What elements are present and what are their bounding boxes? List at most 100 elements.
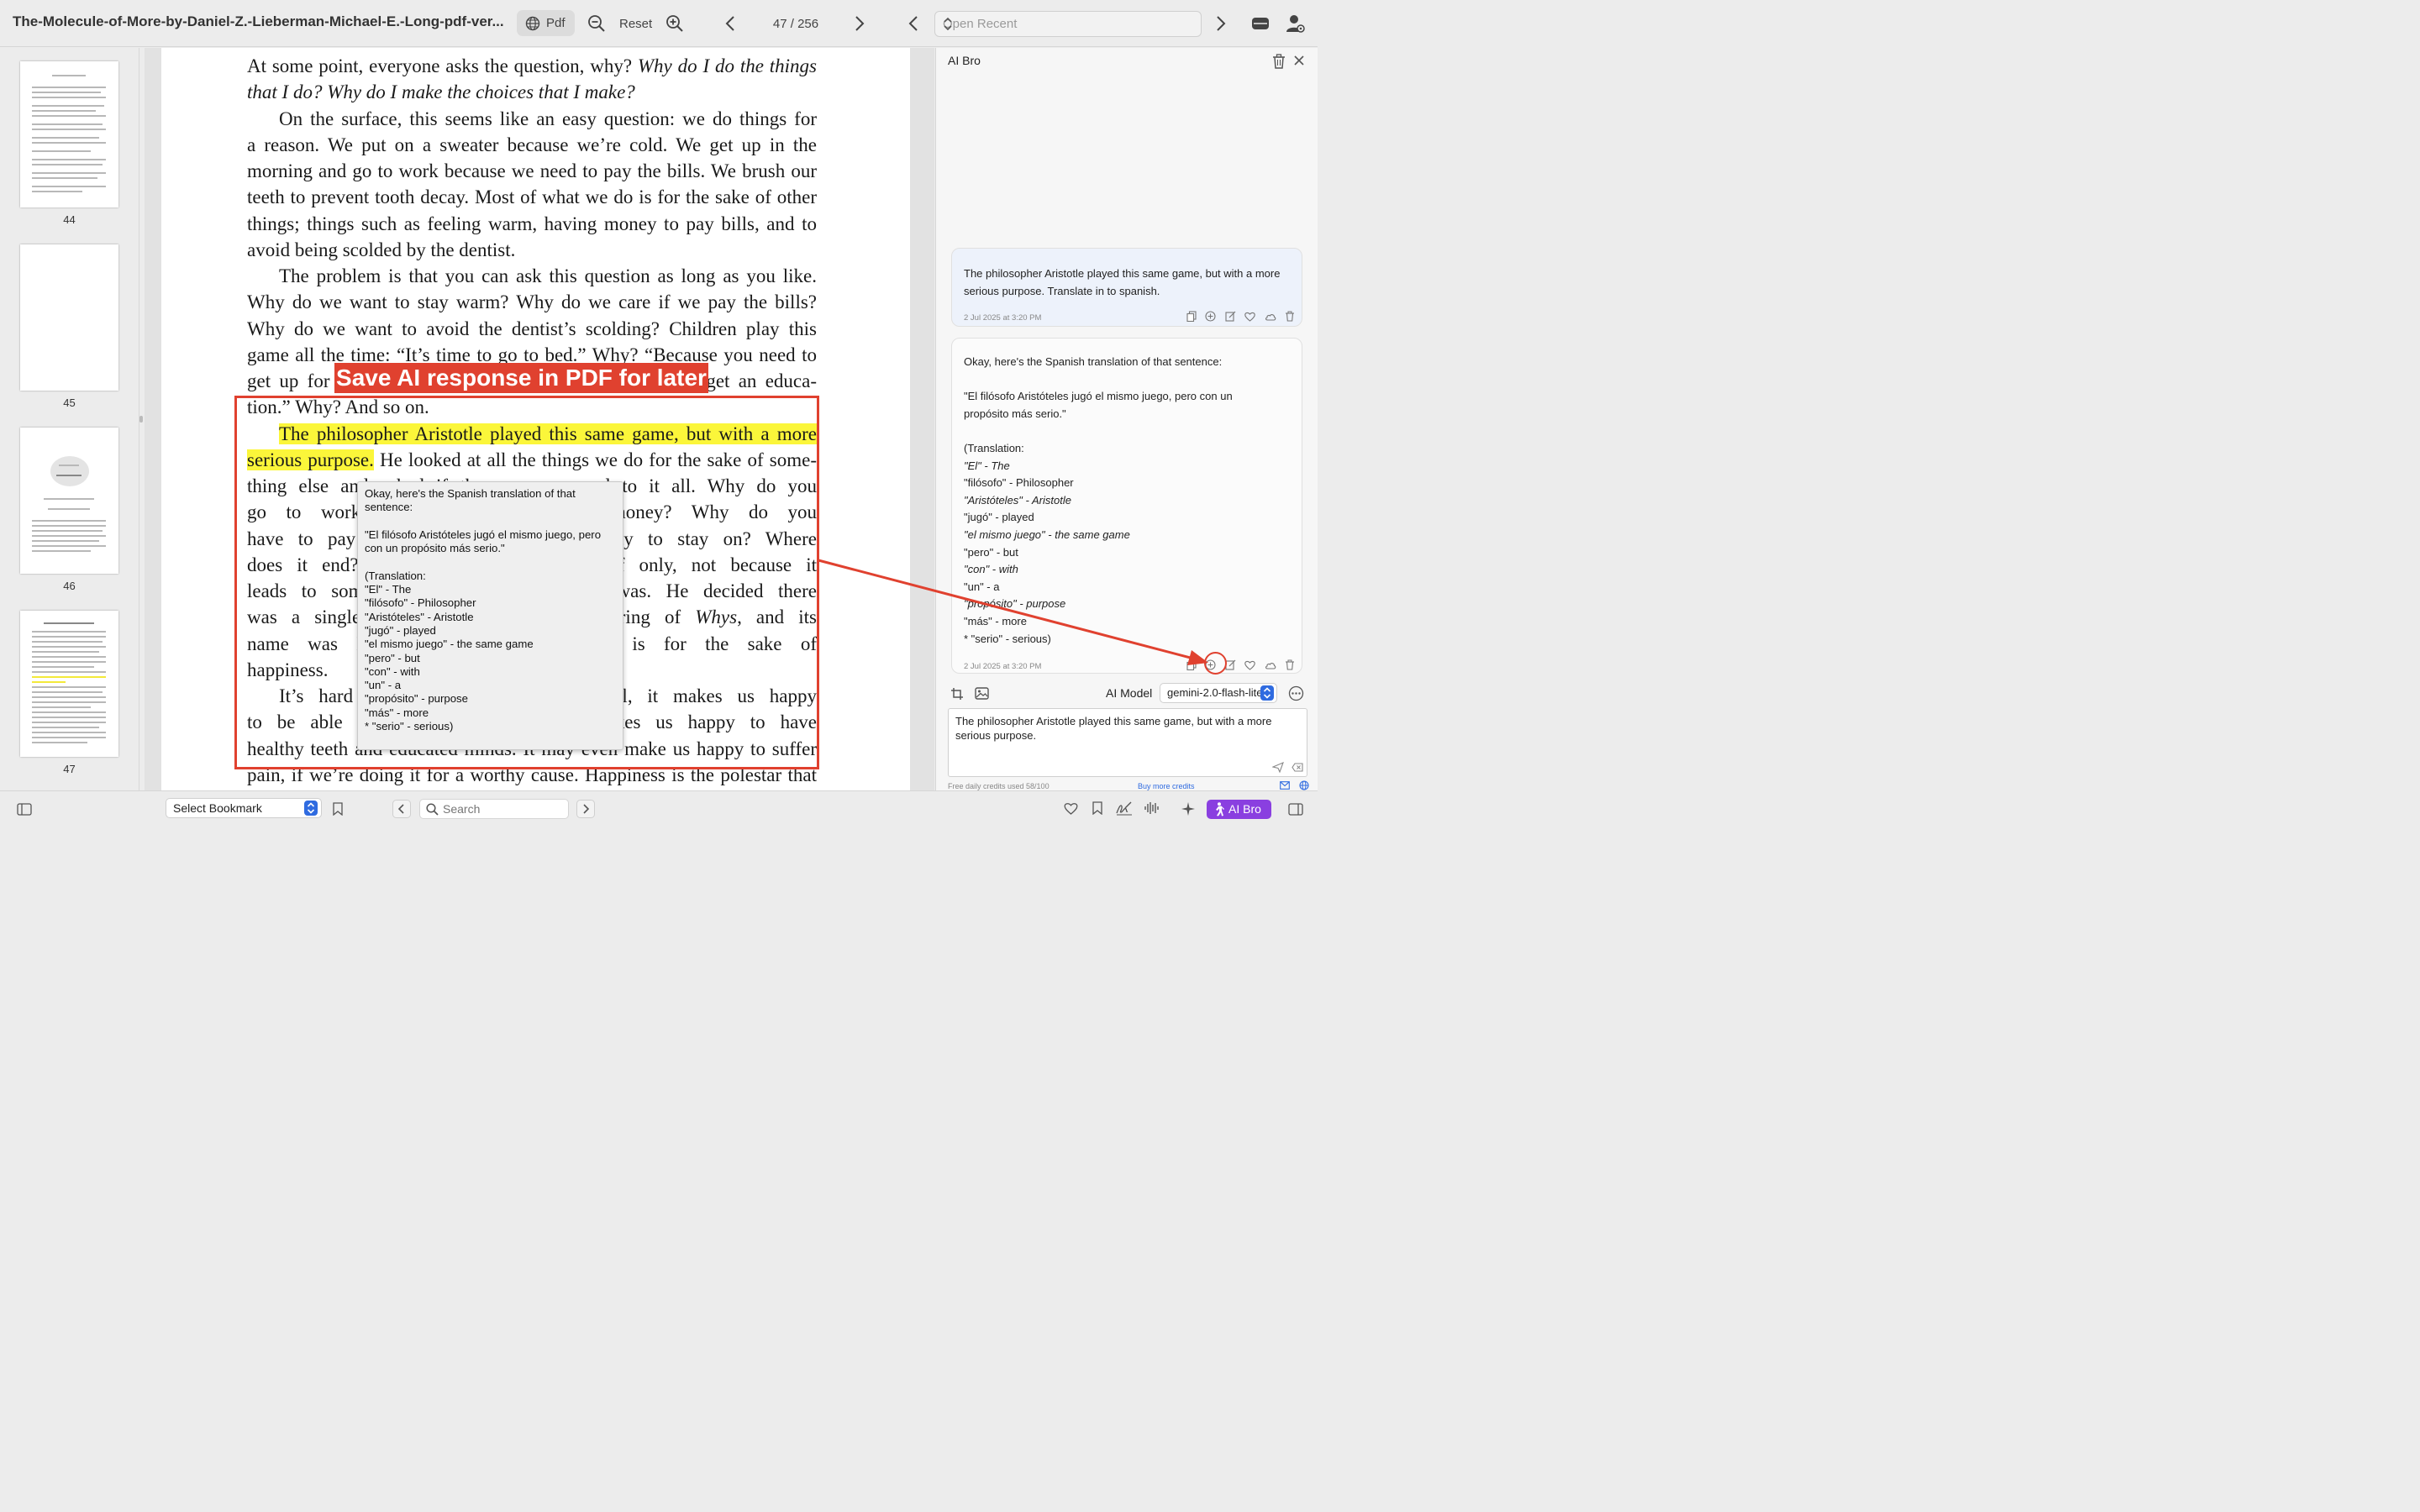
- heart-icon[interactable]: [1244, 312, 1255, 322]
- ai-response-line: [964, 423, 1233, 440]
- toggle-right-panel-icon[interactable]: [1288, 803, 1303, 816]
- pdf-mode-label: Pdf: [546, 16, 566, 30]
- popup-text-line: Okay, here's the Spanish translation of …: [365, 487, 576, 500]
- cloud-icon[interactable]: [1265, 661, 1276, 669]
- thumbnail-sidebar: 44 45 46 47: [0, 48, 139, 790]
- audio-waveform-icon[interactable]: [1144, 801, 1159, 815]
- text-span: avoid being scolded by the dentist.: [247, 239, 516, 260]
- updown-chevron-icon: [304, 801, 318, 816]
- search-input[interactable]: [443, 802, 560, 816]
- page-text-line: At some point, everyone asks the questio…: [247, 53, 817, 79]
- copy-icon[interactable]: [1186, 311, 1197, 323]
- popup-text-line: (Translation:: [365, 569, 426, 582]
- heart-icon[interactable]: [1244, 660, 1255, 670]
- buy-credits-link[interactable]: Buy more credits: [1138, 782, 1195, 790]
- delete-icon[interactable]: [1285, 311, 1295, 322]
- ai-response-line: propósito más serio.": [964, 407, 1066, 420]
- ai-response-line: "El" - The: [964, 459, 1010, 472]
- bookmark-icon[interactable]: [1092, 801, 1102, 815]
- sparkle-icon[interactable]: [1181, 801, 1196, 816]
- page-text-line: morning and go to work because we need t…: [247, 158, 817, 184]
- delete-icon[interactable]: [1285, 659, 1295, 670]
- heart-icon[interactable]: [1064, 802, 1078, 815]
- thumbnail-page-number: 46: [63, 580, 76, 592]
- text-span: Why do we want to stay warm? Why do we c…: [247, 291, 817, 313]
- text-span: Why do we want to avoid the dentist’s sc…: [247, 318, 817, 339]
- search-next-icon[interactable]: [576, 800, 595, 818]
- clear-input-icon[interactable]: [1292, 763, 1303, 772]
- annotation-banner: Save AI response in PDF for later: [334, 363, 708, 393]
- text-span: , and its: [737, 606, 817, 628]
- mail-icon[interactable]: [1280, 781, 1290, 790]
- popup-text-line: "más" - more: [365, 706, 429, 719]
- history-back-icon[interactable]: [908, 15, 919, 32]
- cloud-icon[interactable]: [1265, 312, 1276, 321]
- bookmark-icon[interactable]: [333, 802, 343, 816]
- page-counter: 47 / 256: [772, 17, 819, 31]
- popup-text-line: "con" - with: [365, 664, 420, 678]
- search-previous-icon[interactable]: [392, 800, 411, 818]
- bookmark-select-value: Select Bookmark: [173, 801, 262, 815]
- signature-icon[interactable]: [1116, 801, 1133, 816]
- page-text-line: Why do we want to avoid the dentist’s sc…: [247, 316, 817, 342]
- search-field[interactable]: [419, 799, 569, 819]
- ai-response-line: "jugó" - played: [964, 511, 1034, 524]
- next-page-icon[interactable]: [854, 15, 865, 32]
- popup-text-line: "filósofo" - Philosopher: [365, 596, 476, 610]
- page-text-line: On the surface, this seems like an easy …: [247, 106, 817, 132]
- text-span: The problem is that you can ask this que…: [279, 265, 817, 286]
- drive-icon[interactable]: [1250, 14, 1270, 33]
- zoom-in-icon[interactable]: [666, 14, 684, 33]
- thumbnail-page-45[interactable]: [20, 244, 118, 391]
- annotation-arrow: [818, 559, 1208, 665]
- reset-zoom-button[interactable]: Reset: [619, 17, 652, 31]
- text-span: that I do? Why do I make the choices tha…: [247, 81, 635, 103]
- image-icon[interactable]: [975, 687, 989, 700]
- page-text-line: that I do? Why do I make the choices tha…: [247, 79, 817, 105]
- account-settings-icon[interactable]: [1286, 13, 1306, 34]
- thumbnail-page-46[interactable]: [20, 428, 118, 574]
- popup-text-line: "un" - a: [365, 679, 402, 692]
- ai-response-line: "filósofo" - Philosopher: [964, 476, 1074, 490]
- sidebar-resize-handle[interactable]: [139, 416, 143, 423]
- thumbnail-page-number: 47: [63, 763, 76, 775]
- edit-icon[interactable]: [1225, 311, 1236, 322]
- ai-model-value: gemini-2.0-flash-lite: [1167, 686, 1263, 699]
- trash-icon[interactable]: [1272, 54, 1286, 69]
- chat-input[interactable]: The philosopher Aristotle played this sa…: [948, 708, 1307, 777]
- ai-response-popup[interactable]: Okay, here's the Spanish translation of …: [357, 481, 623, 750]
- page-text-line: The philosopher Aristotle played this sa…: [247, 421, 817, 447]
- highlighted-text: The philosopher Aristotle played this sa…: [279, 423, 817, 444]
- popup-text-line: "el mismo juego" - the same game: [365, 638, 534, 651]
- bookmark-select[interactable]: Select Bookmark: [166, 798, 322, 818]
- crop-icon[interactable]: [950, 687, 964, 701]
- ai-bro-button[interactable]: AI Bro: [1207, 800, 1271, 819]
- text-span: pain, if we’re doing it for a worthy cau…: [247, 764, 817, 785]
- updown-chevron-icon: [1260, 685, 1274, 701]
- thumbnail-page-47[interactable]: [20, 611, 118, 757]
- previous-page-icon[interactable]: [724, 15, 736, 32]
- zoom-out-icon[interactable]: [587, 14, 606, 33]
- person-walking-icon: [1213, 802, 1224, 816]
- thumbnail-page-44[interactable]: [20, 61, 118, 207]
- page-text-line: The problem is that you can ask this que…: [247, 263, 817, 289]
- add-to-pdf-icon[interactable]: [1205, 311, 1216, 322]
- toggle-sidebar-icon[interactable]: [17, 803, 32, 816]
- thumbnail-page-number: 44: [63, 213, 76, 226]
- bottom-bar: Select Bookmark AI Bro: [0, 790, 1318, 823]
- open-recent-select[interactable]: Open Recent: [934, 11, 1202, 37]
- ai-response-line: "El filósofo Aristóteles jugó el mismo j…: [964, 390, 1233, 403]
- ai-model-select[interactable]: gemini-2.0-flash-lite: [1160, 683, 1277, 703]
- ai-response-line: [964, 371, 1233, 389]
- panel-title: AI Bro: [948, 54, 981, 67]
- annotation-banner-text: Save AI response in PDF for later: [336, 365, 707, 391]
- popup-text-line: "Aristóteles" - Aristotle: [365, 610, 474, 623]
- history-forward-icon[interactable]: [1215, 15, 1227, 32]
- popup-text-line: [365, 555, 616, 569]
- more-options-icon[interactable]: [1288, 685, 1304, 701]
- close-icon[interactable]: [1293, 55, 1305, 66]
- send-icon[interactable]: [1272, 762, 1284, 773]
- globe-icon[interactable]: [1299, 780, 1309, 790]
- pdf-mode-button[interactable]: Pdf: [517, 10, 575, 36]
- text-span: Whys: [695, 606, 738, 628]
